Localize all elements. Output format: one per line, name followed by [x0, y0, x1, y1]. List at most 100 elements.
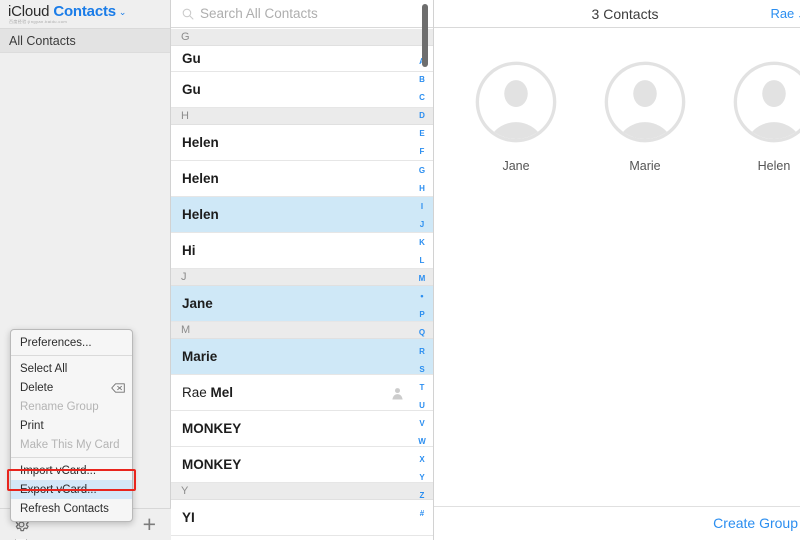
menu-separator [11, 457, 132, 458]
avatar-name: Jane [502, 159, 530, 173]
index-letter[interactable]: X [419, 455, 424, 464]
contact-list-item[interactable]: Rae Mel [171, 375, 433, 411]
brand-icloud-label: iCloud [8, 3, 50, 20]
contact-name: Gu [182, 51, 201, 66]
index-letter[interactable]: • [420, 292, 423, 301]
list-section-header: Y [171, 483, 433, 500]
avatar [475, 61, 557, 143]
contact-name: Rae Mel [182, 385, 233, 400]
contact-card[interactable]: Marie [603, 60, 687, 173]
brand-contacts-label: Contacts [53, 3, 116, 20]
index-letter[interactable]: B [419, 75, 425, 84]
contact-list-item[interactable]: Helen [171, 161, 433, 197]
index-letter[interactable]: J [420, 220, 424, 229]
list-scrollbar-thumb[interactable] [422, 4, 428, 67]
avatar-name: Helen [757, 159, 791, 173]
menu-item-print[interactable]: Print [11, 416, 132, 435]
chevron-down-icon[interactable]: ⌄ [119, 7, 127, 18]
menu-item-label: Delete [20, 381, 54, 394]
index-letter[interactable]: V [419, 419, 424, 428]
app-brand[interactable]: iCloud Contacts ⌄ 百度经验:jingyan.baidu.com [0, 0, 170, 28]
contact-name: Helen [182, 207, 219, 222]
section-letter: M [181, 324, 191, 336]
index-letter[interactable]: C [419, 93, 425, 102]
section-letter: J [181, 271, 187, 283]
contact-list-item[interactable]: MONKEY [171, 411, 433, 447]
sidebar-item-all-contacts[interactable]: All Contacts [0, 29, 170, 53]
avatar [604, 61, 686, 143]
list-section-header: H [171, 108, 433, 125]
index-letter[interactable]: Q [419, 328, 425, 337]
detail-pane: 3 Contacts Rae ⌄ Jane Marie Helen Create G… [434, 0, 800, 540]
index-letter[interactable]: P [419, 310, 424, 319]
contacts-list[interactable]: G Gu Gu H Helen Helen Helen Hi J Jane M Marie Rae Me… [171, 29, 433, 540]
index-letter[interactable]: K [419, 238, 425, 247]
contact-list-item[interactable]: Helen [171, 197, 433, 233]
detail-header: 3 Contacts Rae ⌄ [434, 0, 800, 28]
index-letter[interactable]: U [419, 401, 425, 410]
index-letter[interactable]: S [419, 365, 424, 374]
contact-list-item[interactable]: Gu [171, 72, 433, 108]
index-letter[interactable]: W [418, 437, 426, 446]
export-vcard-annotation-box [7, 469, 136, 491]
contact-list-item[interactable]: Marie [171, 339, 433, 375]
menu-separator [11, 355, 132, 356]
contact-list-item[interactable]: Gu [171, 46, 433, 72]
index-letter[interactable]: R [419, 347, 425, 356]
index-letter[interactable]: T [420, 383, 425, 392]
create-group-button[interactable]: Create Group [713, 515, 798, 531]
index-letter[interactable]: D [419, 111, 425, 120]
group-selector-link[interactable]: Rae ⌄ [770, 6, 800, 21]
contact-list-item[interactable]: Hi [171, 233, 433, 269]
menu-item-preferences[interactable]: Preferences... [11, 333, 132, 352]
index-letter[interactable]: Y [419, 473, 424, 482]
contact-name: Gu [182, 82, 201, 97]
contact-name: MONKEY [182, 457, 242, 472]
index-letter[interactable]: # [420, 509, 424, 518]
index-letter[interactable]: F [420, 147, 425, 156]
index-letter[interactable]: L [420, 256, 425, 265]
contact-last-name: Mel [210, 385, 234, 400]
contact-avatar-grid: Jane Marie Helen [434, 28, 800, 173]
contact-card[interactable]: Helen [732, 60, 800, 173]
list-section-header: J [171, 269, 433, 286]
watermark-text: 百度经验:jingyan.baidu.com [9, 19, 68, 24]
person-icon [392, 387, 403, 399]
index-letter[interactable]: Z [420, 491, 425, 500]
list-section-header: M [171, 322, 433, 339]
contact-name: Marie [182, 349, 218, 364]
menu-item-label: Rename Group [20, 400, 99, 413]
alphabet-index[interactable]: ABCDEFGHIJKLM•PQRSTUVWXYZ# [411, 29, 433, 540]
delete-key-icon [111, 382, 125, 393]
contact-name: Jane [182, 296, 213, 311]
menu-item-select-all[interactable]: Select All [11, 359, 132, 378]
contact-list-item[interactable]: MONKEY [171, 447, 433, 483]
menu-item-label: Select All [20, 362, 68, 375]
index-letter[interactable]: M [419, 274, 426, 283]
index-letter[interactable]: G [419, 166, 425, 175]
contact-list-item[interactable]: Jane [171, 286, 433, 322]
search-input[interactable]: Search All Contacts [200, 6, 318, 21]
menu-item-label: Make This My Card [20, 438, 120, 451]
search-bar[interactable]: Search All Contacts [171, 0, 433, 28]
contact-name: Helen [182, 171, 219, 186]
icloud-contacts-window: iCloud Contacts ⌄ 百度经验:jingyan.baidu.com… [0, 0, 800, 540]
index-letter[interactable]: H [419, 184, 425, 193]
settings-context-menu[interactable]: Preferences... Select All Delete Rename Gro… [10, 329, 133, 522]
contact-list-item[interactable]: YI [171, 500, 433, 536]
menu-item-label: Print [20, 419, 44, 432]
index-letter[interactable]: E [419, 129, 424, 138]
contact-card[interactable]: Jane [474, 60, 558, 173]
add-contact-button[interactable]: + [143, 513, 158, 536]
sidebar-item-label: All Contacts [9, 33, 76, 48]
section-letter: H [181, 110, 189, 122]
search-icon [182, 8, 194, 19]
menu-item-refresh-contacts[interactable]: Refresh Contacts [11, 499, 132, 518]
contact-list-item[interactable]: Helen [171, 125, 433, 161]
index-letter[interactable]: I [421, 202, 423, 211]
menu-item-label: Refresh Contacts [20, 502, 109, 515]
sidebar: iCloud Contacts ⌄ 百度经验:jingyan.baidu.com… [0, 0, 171, 540]
menu-item-delete[interactable]: Delete [11, 378, 132, 397]
group-selector-label: Rae [770, 6, 795, 21]
list-section-header: G [171, 29, 433, 46]
